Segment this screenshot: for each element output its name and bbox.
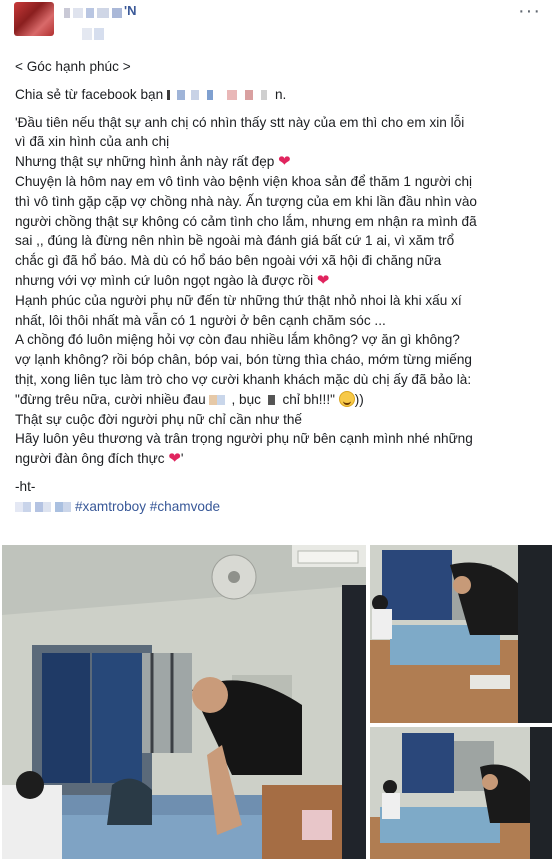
text-line: < Góc hạnh phúc >: [15, 59, 131, 74]
text-line: 'Đầu tiên nếu thật sự anh chị có nhìn th…: [15, 114, 465, 130]
text-line: Nhưng thật sự những hình ảnh này rất đẹp…: [15, 153, 291, 171]
text-line: người đàn ông đích thực ❤': [15, 450, 184, 468]
smile-emoji-icon: [338, 390, 355, 407]
text-line: chắc gì đã hổ báo. Mà dù có hổ báo bên n…: [15, 253, 442, 269]
photo-grid: [0, 545, 555, 859]
text-line: thì vô tình gặp cặp vợ chồng nhà này. Ấn…: [15, 193, 477, 209]
text-line: Chia sẻ từ facebook bạn n.: [15, 86, 287, 102]
text-line: "đừng trêu nữa, cười nhiều đau , bục chỉ…: [15, 390, 364, 407]
heart-icon: ❤: [316, 271, 330, 289]
photo-bottom-right[interactable]: [370, 727, 552, 859]
text-line: thịt, xong liên tục làm trò cho vợ cười …: [15, 371, 472, 387]
hashtags: #xamtroboy #chamvode: [15, 497, 545, 517]
signature: -ht-: [15, 478, 36, 494]
photo-top-right[interactable]: [370, 545, 552, 723]
photo-main[interactable]: [2, 545, 366, 859]
post-body: < Góc hạnh phúc > Chia sẻ từ facebook bạ…: [15, 57, 545, 517]
post-meta-blurred: [82, 28, 104, 40]
author-name-suffix[interactable]: 'N: [124, 3, 136, 18]
text-line: vì đã xin hình của anh chị: [15, 134, 170, 150]
author-name-blurred[interactable]: [64, 8, 124, 18]
text-line: nhất, lôi thôi nhất mà vẫn có 1 người ở …: [15, 312, 386, 328]
text-line: Chuyện là hôm nay em vô tình vào bệnh vi…: [15, 173, 473, 189]
post-header: 'N ···: [0, 0, 555, 48]
avatar[interactable]: [14, 2, 54, 36]
more-options-icon[interactable]: ···: [518, 0, 541, 23]
text-line: vợ lạnh không? rồi bóp chân, bóp vai, bó…: [15, 352, 472, 368]
text-line: Hãy luôn yêu thương và trân trọng người …: [15, 431, 473, 447]
text-line: A chồng đó luôn miệng hỏi vợ còn đau nhi…: [15, 332, 460, 348]
heart-icon: ❤: [168, 450, 181, 468]
text-line: nhưng với vợ mình cứ luôn ngọt ngào là đ…: [15, 271, 330, 289]
text-line: người chồng thật sự không có cảm tình ch…: [15, 213, 477, 229]
text-line: Hạnh phúc của người phụ nữ đến từ những …: [15, 292, 462, 308]
text-line: sai ,, đúng là đừng nên nhìn bề ngoài mà…: [15, 233, 455, 249]
text-line: Thật sự cuộc đời người phụ nữ chỉ cần nh…: [15, 411, 302, 427]
hashtag-links[interactable]: #xamtroboy #chamvode: [75, 499, 220, 514]
heart-icon: ❤: [278, 153, 291, 171]
